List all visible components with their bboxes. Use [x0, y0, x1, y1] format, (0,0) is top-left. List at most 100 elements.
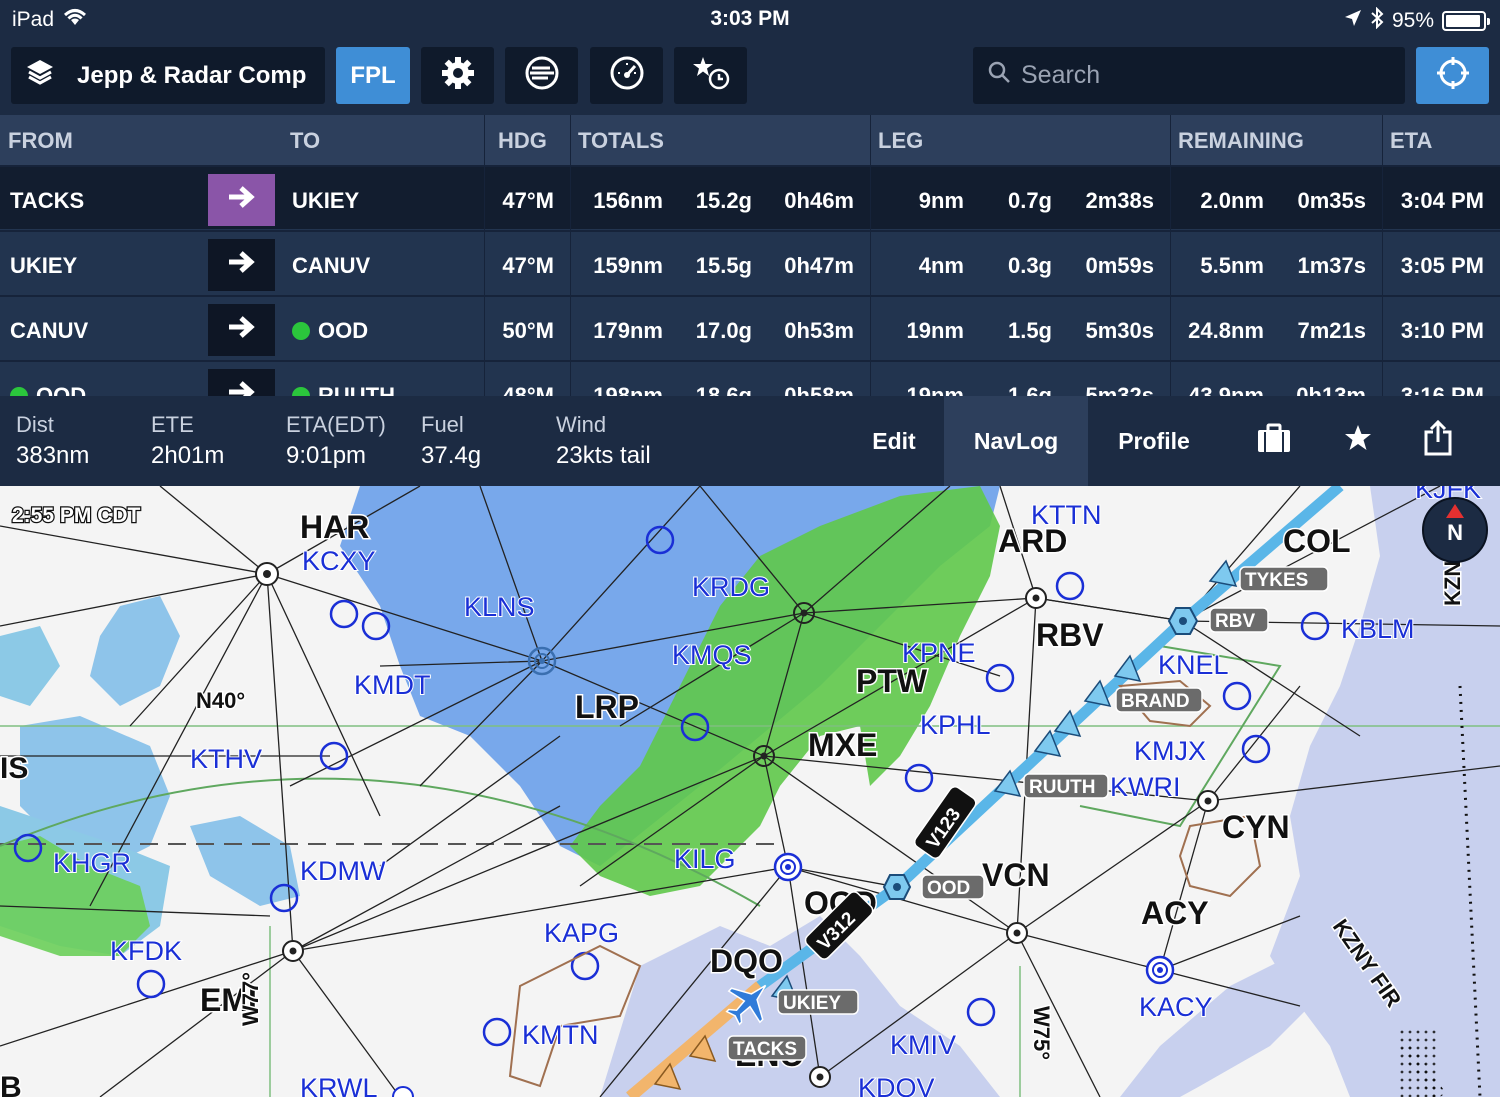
arrow-right-icon [227, 250, 257, 280]
vor-label: CYN [1222, 809, 1290, 845]
vor-label: COL [1283, 523, 1351, 559]
airport-label: KDOV [858, 1073, 935, 1097]
search-icon [987, 60, 1011, 91]
stat-fuel: Fuel 37.4g [421, 412, 481, 470]
to-label: CANUV [292, 253, 371, 278]
stat-wind: Wind 23kts tail [556, 412, 651, 470]
star-clock-icon [691, 55, 731, 96]
briefcase-button[interactable] [1238, 396, 1310, 486]
chart-canvas[interactable]: HARLRPMXEEMIDQOARDRBVVCNACYCYNCOLPTWENOO… [0, 486, 1500, 1097]
weather-button[interactable] [505, 47, 578, 104]
stat-label: ETA(EDT) [286, 412, 386, 437]
from-label: OOD [36, 383, 87, 396]
from-waypoint: OOD [10, 383, 86, 396]
from-label: UKIEY [10, 253, 78, 278]
to-label: RUUTH [318, 383, 395, 396]
arrow-right-icon [227, 380, 257, 396]
airport-label: KTHV [190, 744, 262, 774]
instruments-button[interactable] [590, 47, 663, 104]
col-hdg: HDG [498, 128, 547, 153]
airport-label: KILG [674, 844, 736, 874]
cell-hdg: 47°M [502, 188, 554, 213]
airport-label: KWRI [1110, 772, 1181, 802]
route-tag-label: RBV [1215, 611, 1255, 632]
recents-button[interactable] [674, 47, 747, 104]
favorite-button[interactable] [1322, 396, 1394, 486]
vor-label: RBV [1036, 617, 1104, 653]
airport-label: KCXY [302, 546, 376, 576]
table-row[interactable]: OOD RUUTH 48°M 198nm 18.6g 0h58m 19nm 1.6g 5m32s… [0, 360, 1500, 396]
stat-label: Fuel [421, 412, 464, 437]
airport-label: KMTN [522, 1020, 599, 1050]
flight-plan-table[interactable]: FROM TO HDG TOTALS LEG REMAINING ETA TAC… [0, 115, 1500, 396]
stat-dist: Dist 383nm [16, 412, 89, 470]
settings-button[interactable] [421, 47, 494, 104]
edit-button[interactable]: Edit [845, 396, 943, 486]
airport-label: KMJX [1134, 736, 1206, 766]
share-button[interactable] [1402, 396, 1474, 486]
clock: 3:03 PM [710, 7, 790, 30]
crosshair-icon [1436, 56, 1470, 95]
stat-label: Dist [16, 412, 54, 437]
airport-label: KRWL [300, 1073, 378, 1097]
vor-label: MXE [808, 727, 877, 763]
airport-label: KDMW [300, 856, 386, 886]
gauge-icon [609, 55, 645, 96]
divider [570, 115, 571, 396]
bluetooth-icon [1370, 6, 1384, 35]
moving-map[interactable]: HARLRPMXEEMIDQOARDRBVVCNACYCYNCOLPTWENOO… [0, 486, 1500, 1097]
airport-dot-icon [10, 387, 28, 396]
stat-value: 9:01pm [286, 442, 367, 469]
cell-leg-time: 5m30s [1085, 318, 1154, 343]
col-eta: ETA [1390, 128, 1433, 153]
vor-label: LRP [575, 689, 639, 725]
cell-hdg: 50°M [502, 318, 554, 343]
stat-label: ETE [151, 412, 194, 437]
center-on-aircraft-button[interactable] [1416, 47, 1489, 104]
airport-dot-icon [292, 387, 310, 396]
route-tag-label: RUUTH [1029, 777, 1096, 798]
stat-value: 383nm [16, 442, 90, 469]
battery-fill [1446, 15, 1481, 27]
navlog-tab[interactable]: NavLog [944, 396, 1088, 486]
cell-eta: 3:16 PM [1400, 383, 1484, 396]
from-waypoint: CANUV [10, 318, 88, 344]
col-leg: LEG [878, 128, 924, 153]
profile-tab[interactable]: Profile [1090, 396, 1218, 486]
arrow-right-icon [227, 315, 257, 345]
table-row[interactable]: TACKS UKIEY 47°M 156nm 15.2g 0h46m 9nm 0.7g 2m38… [0, 165, 1500, 229]
airport-label: KHGR [53, 848, 131, 878]
route-tag-label: OOD [927, 878, 970, 899]
globe-wind-icon [524, 55, 560, 96]
divider [870, 115, 871, 396]
map-label: B [0, 1071, 22, 1097]
airport-label: KMDT [354, 670, 431, 700]
airport-label: KAPG [544, 918, 619, 948]
airport-dot-icon [292, 322, 310, 340]
fpl-button[interactable]: FPL [336, 47, 410, 104]
airport-label: KFDK [110, 936, 182, 966]
vor-label: HAR [300, 509, 369, 545]
vor-label: PTW [856, 663, 928, 699]
divider [1170, 115, 1171, 396]
direct-to-button[interactable] [208, 304, 275, 356]
stat-eta: ETA(EDT) 9:01pm [286, 412, 386, 470]
map-layers-button[interactable]: Jepp & Radar Comp [11, 47, 325, 104]
to-label: UKIEY [292, 188, 360, 213]
route-tag-label: UKIEY [783, 993, 841, 1014]
table-row[interactable]: CANUV OOD 50°M 179nm 17.0g 0h53m 19nm 1.5g 5m30s… [0, 295, 1500, 359]
direct-to-button[interactable] [208, 239, 275, 291]
search-input[interactable]: Search [973, 47, 1405, 104]
arrow-right-icon [227, 185, 257, 215]
cell-leg-time: 0m59s [1085, 253, 1154, 278]
cell-leg-time: 2m38s [1085, 188, 1154, 213]
table-row[interactable]: UKIEY CANUV 47°M 159nm 15.5g 0h47m 4nm 0.3g 0m59… [0, 230, 1500, 294]
to-waypoint: UKIEY [292, 188, 359, 214]
cell-rem-time: 0h13m [1296, 383, 1366, 396]
from-waypoint: TACKS [10, 188, 84, 214]
direct-to-button[interactable] [208, 174, 275, 226]
battery-icon [1442, 11, 1490, 31]
north-up-button[interactable]: N [1422, 497, 1488, 563]
briefcase-icon [1256, 423, 1292, 459]
direct-to-button[interactable] [208, 369, 275, 396]
